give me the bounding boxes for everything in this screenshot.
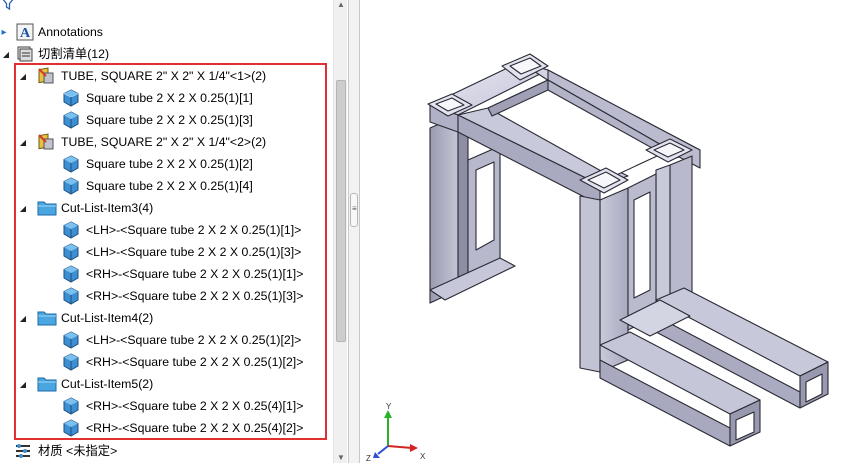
svg-text:A: A: [20, 26, 31, 41]
splitter-grip[interactable]: ≡: [350, 193, 358, 227]
tree-item-cutlist-root[interactable]: ◢ 切割清单(12): [0, 44, 109, 64]
feature-manager-tree: ▸ A Annotations ◢ 切割清单(12) ◢ TUBE, SQUAR…: [0, 0, 348, 463]
tree-item-label: 切割清单(12): [38, 47, 110, 61]
tree-item-label: 材质 <未指定>: [38, 444, 118, 458]
scrollbar-thumb[interactable]: [336, 80, 346, 342]
x-axis-label: X: [420, 452, 426, 461]
graphics-viewport[interactable]: Y X Z: [360, 0, 842, 463]
collapse-arrow-icon[interactable]: ◢: [0, 50, 12, 59]
annotations-icon: A: [16, 23, 34, 41]
z-axis-label: Z: [366, 454, 371, 462]
filter-icon[interactable]: [0, 0, 18, 13]
scroll-down-icon[interactable]: ▼: [337, 453, 345, 462]
highlight-rectangle: [14, 63, 327, 440]
weldment-model: [427, 53, 829, 447]
tree-item-material[interactable]: 材质 <未指定>: [14, 441, 117, 461]
tree-item-annotations[interactable]: ▸ A Annotations: [0, 22, 103, 42]
y-axis-label: Y: [386, 402, 392, 411]
material-icon: [14, 442, 32, 460]
filter-row: [0, 0, 24, 14]
cut-list-icon: [16, 45, 34, 63]
tree-item-label: Annotations: [38, 25, 103, 39]
panel-splitter[interactable]: ≡: [348, 0, 360, 463]
vertical-scrollbar[interactable]: ▲ ▼: [333, 0, 347, 463]
coordinate-triad: Y X Z: [366, 402, 426, 462]
z-axis-icon: [377, 445, 389, 455]
scroll-up-icon[interactable]: ▲: [337, 0, 345, 9]
grip-icon: ≡: [352, 204, 357, 213]
x-axis-icon: [387, 445, 413, 449]
expand-arrow-icon[interactable]: ▸: [0, 27, 10, 38]
